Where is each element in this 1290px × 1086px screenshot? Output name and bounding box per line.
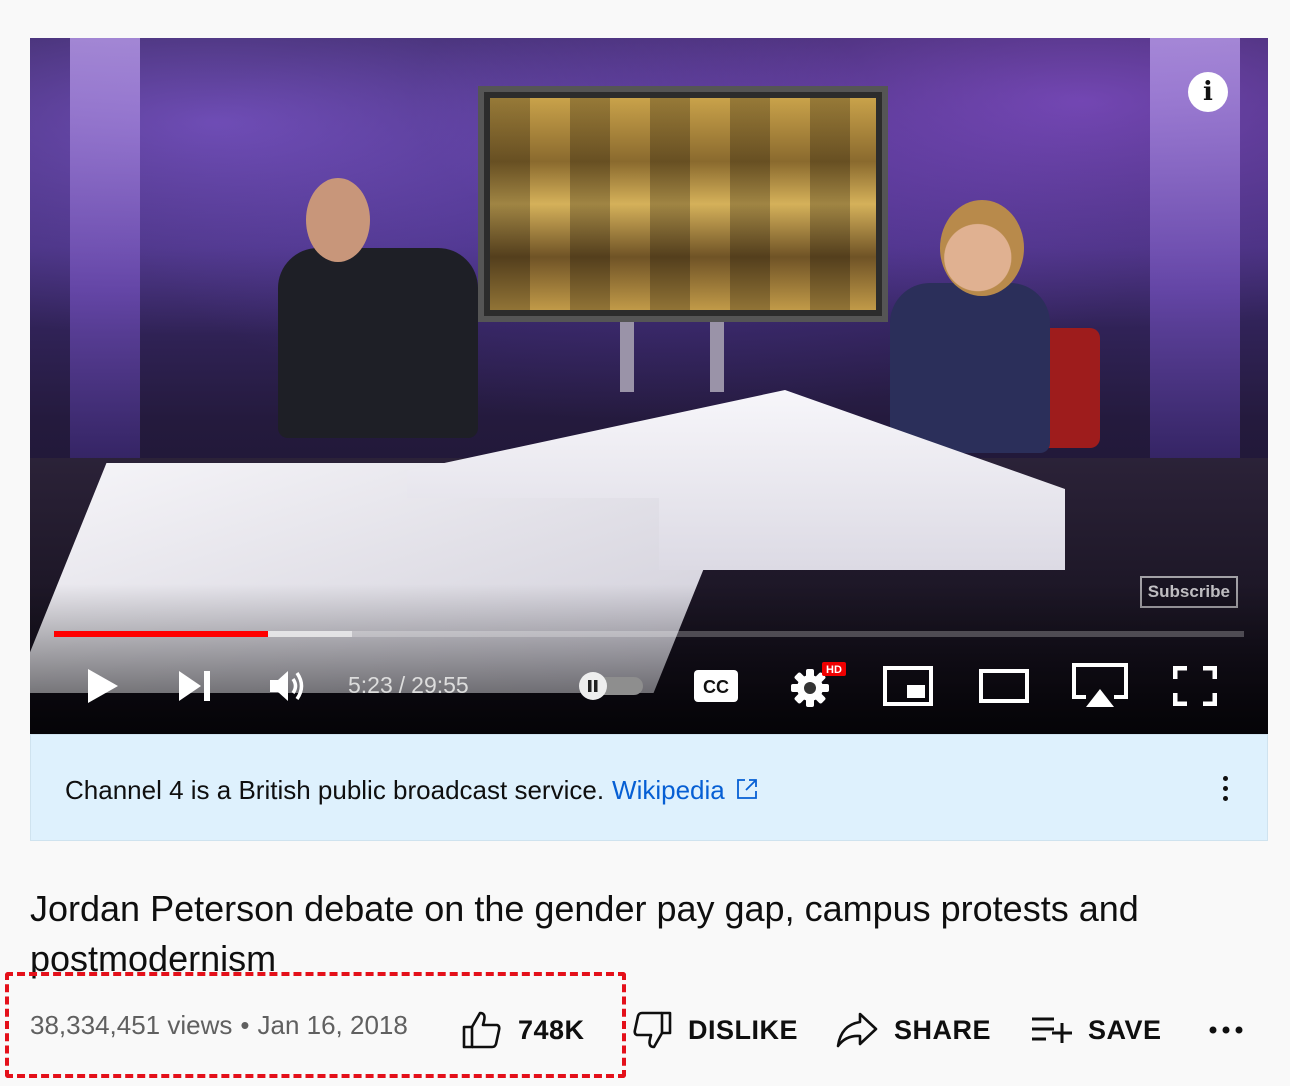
miniplayer-button[interactable] [880, 660, 936, 712]
hd-badge: HD [826, 664, 842, 676]
save-label: SAVE [1088, 1014, 1162, 1045]
fullscreen-icon [1173, 666, 1217, 706]
wikipedia-link[interactable]: Wikipedia [612, 775, 725, 805]
next-icon [179, 671, 210, 701]
autoplay-toggle[interactable] [575, 660, 647, 712]
guest-figure [278, 248, 478, 438]
screen-stand [710, 322, 724, 392]
info-panel-text: Channel 4 is a British public broadcast … [65, 775, 759, 806]
presenter-figure [890, 283, 1050, 453]
video-title: Jordan Peterson debate on the gender pay… [30, 888, 1139, 979]
captions-icon: CC [694, 670, 738, 702]
time-display: 5:23/29:55 [348, 672, 469, 699]
share-label: SHARE [894, 1014, 992, 1045]
studio-pillar [70, 38, 140, 458]
video-player[interactable]: i Subscribe 5:23/29:55 CC [30, 38, 1268, 734]
more-options-icon[interactable] [1213, 771, 1237, 807]
dislike-label: DISLIKE [688, 1014, 799, 1045]
save-button[interactable]: SAVE [1030, 1006, 1162, 1054]
duration: 29:55 [411, 672, 469, 698]
more-actions-button[interactable] [1208, 1006, 1260, 1054]
progress-played [54, 631, 269, 637]
guest-head [306, 178, 370, 262]
share-icon [836, 1012, 878, 1048]
play-icon [88, 669, 118, 703]
miniplayer-icon [883, 666, 933, 706]
studio-screen [478, 86, 888, 322]
thumbs-down-icon [633, 1011, 672, 1049]
play-button[interactable] [78, 660, 128, 712]
captions-button[interactable]: CC [690, 660, 742, 712]
info-icon[interactable]: i [1188, 72, 1228, 112]
settings-button[interactable]: HD [786, 660, 848, 712]
theater-icon [979, 669, 1029, 703]
dislike-button[interactable]: DISLIKE [632, 1006, 798, 1054]
annotation-highlight-box [5, 972, 626, 1078]
external-link-icon[interactable] [735, 777, 759, 801]
settings-icon: HD [791, 662, 846, 707]
progress-bar[interactable] [54, 631, 1244, 637]
theater-mode-button[interactable] [976, 660, 1032, 712]
more-horizontal-icon [1209, 1026, 1243, 1034]
share-button[interactable]: SHARE [836, 1006, 991, 1054]
volume-button[interactable] [262, 660, 314, 712]
presenter-head [940, 200, 1024, 296]
info-description: Channel 4 is a British public broadcast … [65, 775, 605, 805]
context-info-panel: Channel 4 is a British public broadcast … [30, 734, 1268, 841]
next-button[interactable] [170, 660, 220, 712]
playlist-add-icon [1032, 1017, 1072, 1043]
autoplay-toggle-icon [579, 672, 643, 700]
current-time: 5:23 [348, 672, 393, 698]
volume-icon [270, 671, 304, 701]
airplay-icon [1072, 663, 1128, 707]
airplay-button[interactable] [1070, 660, 1130, 712]
time-separator: / [398, 672, 406, 698]
fullscreen-button[interactable] [1170, 660, 1220, 712]
screen-stand [620, 322, 634, 392]
svg-text:CC: CC [703, 677, 729, 697]
